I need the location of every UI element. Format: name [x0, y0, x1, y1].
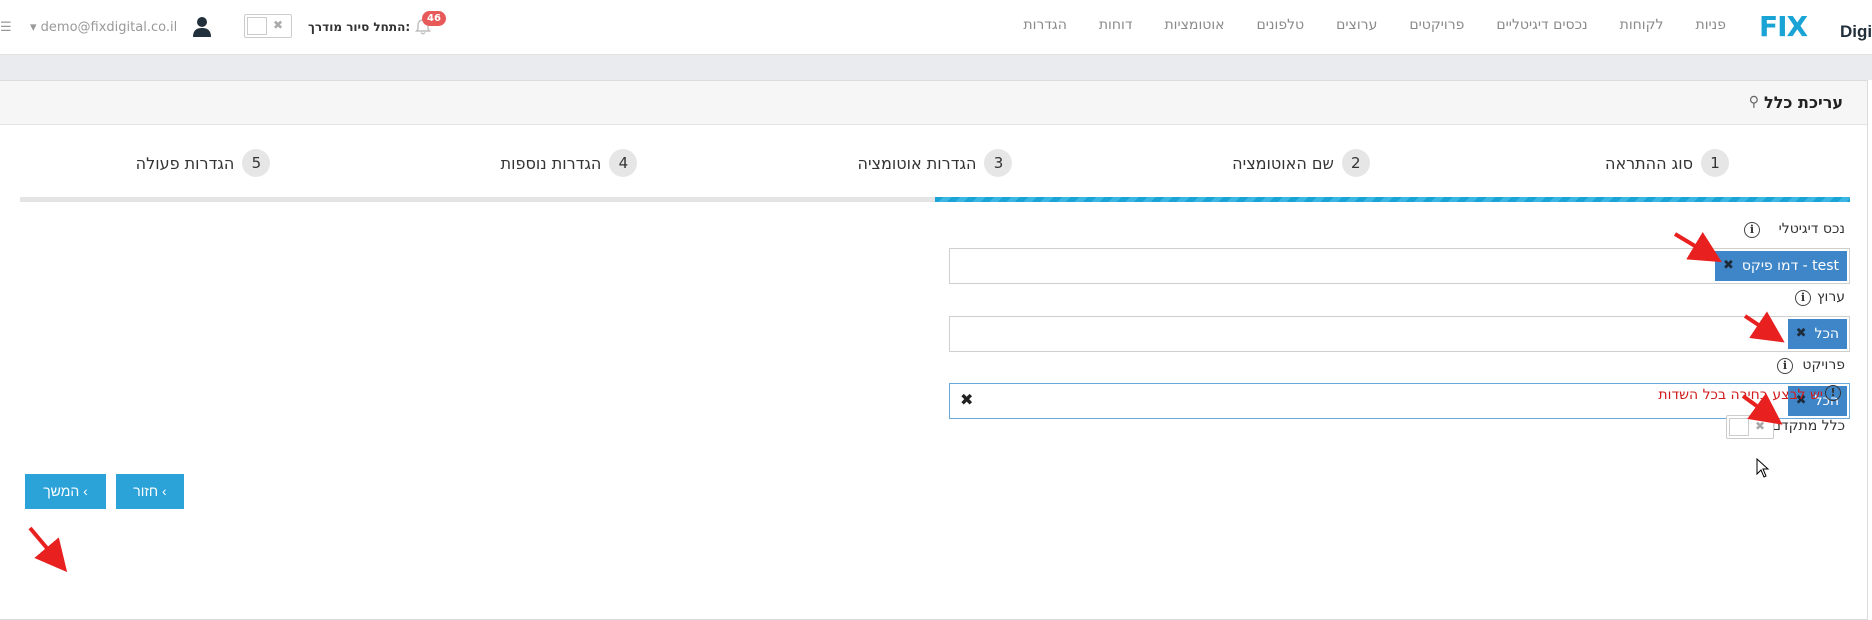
logo-mark: FIX	[1759, 12, 1808, 42]
nav-link-digital-assets[interactable]: נכסים דיגיטליים	[1480, 17, 1603, 33]
selected-chip: הכל ✖	[1787, 319, 1847, 349]
fix-digital-logo[interactable]: FIX Digital	[1757, 12, 1872, 42]
next-button[interactable]: המשך ‹	[25, 474, 106, 509]
step-label: הגדרות פעולה	[135, 153, 235, 173]
error-info-icon: !	[1825, 385, 1841, 401]
step-number: 1	[1701, 149, 1730, 177]
user-menu-email[interactable]: ▾ demo@fixdigital.co.il	[30, 20, 177, 35]
step-label: סוג ההתראה	[1604, 153, 1694, 173]
clear-selection-icon[interactable]: ✖	[960, 390, 973, 409]
wizard-step-3[interactable]: 3 הגדרות אוטומציה	[752, 147, 1118, 187]
user-email-text: demo@fixdigital.co.il	[40, 20, 178, 35]
info-icon[interactable]: i	[1744, 222, 1760, 238]
project-label: פרויקט	[1802, 357, 1845, 373]
wizard-step-4[interactable]: 4 הגדרות נוספות	[386, 147, 752, 187]
chip-label: הכל	[1814, 326, 1839, 342]
step-label: שם האוטומציה	[1232, 153, 1334, 173]
nav-link-inquiries[interactable]: פניות	[1680, 17, 1743, 33]
info-icon[interactable]: i	[1795, 290, 1811, 306]
wizard-step-5[interactable]: 5 הגדרות פעולה	[20, 147, 386, 187]
toggle-knob	[1729, 418, 1749, 436]
wizard-step-1[interactable]: 1 סוג ההתראה	[1484, 147, 1850, 187]
panel-header: עריכת כלל ⚲	[0, 81, 1867, 125]
advanced-rule-toggle[interactable]: ✖	[1726, 415, 1774, 439]
validation-error: יש לבצע בחירה בכל השדות	[1658, 387, 1823, 403]
toggle-off-icon: ✖	[272, 18, 283, 32]
edit-rule-panel: עריכת כלל ⚲ 1 סוג ההתראה 2 שם האוטומציה 3ה…	[0, 80, 1868, 620]
user-avatar-icon[interactable]	[192, 16, 212, 38]
back-button[interactable]: חזור ‹	[116, 474, 184, 509]
info-icon[interactable]: i	[1777, 358, 1793, 374]
step-label: הגדרות נוספות	[500, 153, 602, 173]
guided-tour-toggle[interactable]: ✖	[244, 14, 292, 38]
mouse-cursor-icon	[1756, 458, 1770, 478]
nav-link-settings[interactable]: הגדרות	[1007, 17, 1082, 33]
advanced-rule-label: כלל מתקדם	[1771, 418, 1845, 434]
step-number: 2	[1341, 149, 1370, 177]
chip-label: דמו פיקס - test	[1741, 258, 1839, 274]
nav-link-reports[interactable]: דוחות	[1083, 17, 1149, 33]
nav-link-channels[interactable]: ערוצים	[1320, 17, 1393, 33]
notification-count-badge: 46	[422, 11, 446, 26]
nav-link-customers[interactable]: לקוחות	[1604, 17, 1680, 33]
digital-asset-select[interactable]: דמו פיקס - test ✖	[949, 248, 1850, 284]
wrench-icon: ⚲	[1748, 94, 1759, 110]
wizard-step-2[interactable]: 2 שם האוטומציה	[1118, 147, 1484, 187]
page-title: עריכת כלל	[1764, 93, 1843, 112]
wizard-steps: 1 סוג ההתראה 2 שם האוטומציה 3 הגדרות אוטומצ…	[20, 147, 1850, 187]
guided-tour-label: התחל סיור מודרך:	[308, 20, 411, 34]
channel-select[interactable]: הכל ✖	[949, 316, 1850, 352]
nav-link-projects[interactable]: פרויקטים	[1393, 17, 1480, 33]
toggle-off-icon: ✖	[1754, 419, 1765, 433]
page-header-band	[0, 55, 1872, 80]
remove-chip-icon[interactable]: ✖	[1796, 319, 1807, 349]
step-number: 4	[609, 149, 638, 177]
digital-asset-label: נכס דיגיטלי	[1778, 221, 1845, 237]
wizard-progress-fill	[935, 197, 1850, 202]
step-number: 5	[242, 149, 271, 177]
nav-link-phones[interactable]: טלפונים	[1241, 17, 1321, 33]
top-navbar: FIX Digital פניות לקוחות נכסים דיגיטליים…	[0, 0, 1872, 55]
hamburger-icon[interactable]: ☰	[0, 20, 12, 35]
step-label: הגדרות אוטומציה	[857, 153, 977, 173]
toggle-knob	[247, 17, 267, 35]
selected-chip: דמו פיקס - test ✖	[1714, 251, 1847, 281]
nav-link-automations[interactable]: אוטומציות	[1148, 17, 1240, 33]
remove-chip-icon[interactable]: ✖	[1723, 251, 1734, 281]
main-menu: פניות לקוחות נכסים דיגיטליים פרויקטים ער…	[1007, 17, 1742, 33]
channel-label: ערוץ	[1816, 289, 1845, 305]
logo-sub: Digital	[1840, 22, 1872, 41]
step-number: 3	[984, 149, 1013, 177]
wizard-progress-bar	[20, 197, 1850, 202]
